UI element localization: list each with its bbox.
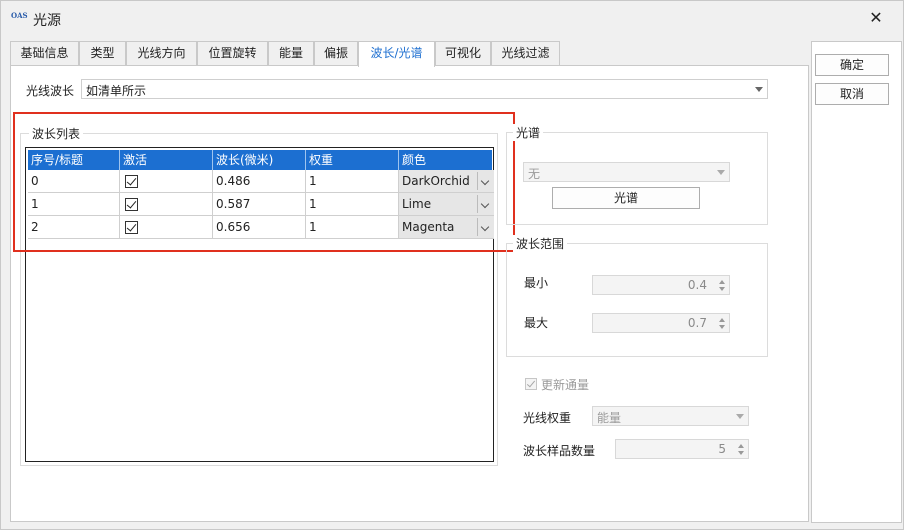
cell-wavelength[interactable]: 0.486 bbox=[213, 170, 306, 193]
column-header-wavelength[interactable]: 波长(微米) bbox=[213, 150, 306, 170]
cancel-button[interactable]: 取消 bbox=[815, 83, 889, 105]
cell-weight[interactable]: 1 bbox=[306, 216, 399, 239]
tab-energy[interactable]: 能量 bbox=[268, 41, 314, 66]
tab-visualization[interactable]: 可视化 bbox=[435, 41, 491, 66]
ray-weight-value: 能量 bbox=[597, 411, 622, 425]
title-bar: OAS 光源 ✕ bbox=[1, 1, 903, 37]
tab-type[interactable]: 类型 bbox=[79, 41, 126, 66]
dialog-window: OAS 光源 ✕ 基础信息 类型 光线方向 位置旋转 能量 偏振 波长/光谱 可… bbox=[0, 0, 904, 530]
sample-count-value: 5 bbox=[718, 442, 726, 456]
wavelength-list-title: 波长列表 bbox=[29, 125, 84, 142]
spectrum-group-title: 光谱 bbox=[513, 124, 544, 141]
cell-wavelength[interactable]: 0.587 bbox=[213, 193, 306, 216]
ok-button[interactable]: 确定 bbox=[815, 54, 889, 76]
chevron-down-icon bbox=[717, 170, 725, 175]
min-label: 最小 bbox=[524, 276, 549, 290]
cell-color[interactable]: Magenta bbox=[399, 216, 494, 239]
cell-active[interactable] bbox=[120, 170, 213, 193]
ray-weight-label: 光线权重 bbox=[523, 411, 572, 425]
tab-basic-info[interactable]: 基础信息 bbox=[10, 41, 79, 66]
max-value: 0.7 bbox=[687, 316, 707, 330]
spin-down-icon[interactable] bbox=[719, 287, 725, 291]
spectrum-select[interactable]: 无 bbox=[523, 162, 730, 182]
spin-up-icon[interactable] bbox=[719, 318, 725, 322]
spin-up-icon[interactable] bbox=[738, 444, 744, 448]
cell-color[interactable]: DarkOrchid bbox=[399, 170, 494, 193]
table-row[interactable]: 2 0.656 1 Magenta bbox=[28, 216, 494, 239]
cell-index[interactable]: 2 bbox=[28, 216, 120, 239]
cell-weight[interactable]: 1 bbox=[306, 170, 399, 193]
color-value: DarkOrchid bbox=[402, 174, 470, 188]
min-spinbox[interactable]: 0.4 bbox=[592, 275, 730, 295]
cell-weight[interactable]: 1 bbox=[306, 193, 399, 216]
close-icon[interactable]: ✕ bbox=[867, 9, 885, 27]
spectrum-select-value: 无 bbox=[528, 167, 541, 181]
cell-index[interactable]: 1 bbox=[28, 193, 120, 216]
tab-wavelength-spectrum[interactable]: 波长/光谱 bbox=[358, 41, 435, 67]
app-logo-icon: OAS bbox=[11, 11, 28, 20]
update-channel-checkbox[interactable] bbox=[525, 378, 537, 390]
spectrum-button[interactable]: 光谱 bbox=[552, 187, 700, 209]
active-checkbox[interactable] bbox=[125, 221, 138, 234]
cell-color[interactable]: Lime bbox=[399, 193, 494, 216]
table-row[interactable]: 0 0.486 1 DarkOrchid bbox=[28, 170, 494, 193]
cell-wavelength[interactable]: 0.656 bbox=[213, 216, 306, 239]
min-value: 0.4 bbox=[687, 278, 707, 292]
active-checkbox[interactable] bbox=[125, 198, 138, 211]
window-title: 光源 bbox=[33, 13, 61, 29]
column-header-color[interactable]: 颜色 bbox=[399, 150, 492, 170]
cell-active[interactable] bbox=[120, 216, 213, 239]
chevron-down-icon[interactable] bbox=[477, 172, 493, 190]
action-panel bbox=[811, 41, 902, 523]
wavelength-range-title: 波长范围 bbox=[513, 235, 568, 252]
wavelength-table: 序号/标题 激活 波长(微米) 权重 颜色 0 0.486 1 DarkOrch… bbox=[25, 147, 494, 462]
cell-active[interactable] bbox=[120, 193, 213, 216]
chevron-down-icon[interactable] bbox=[477, 195, 493, 213]
chevron-down-icon bbox=[755, 87, 763, 92]
sample-count-label: 波长样品数量 bbox=[523, 444, 596, 458]
ray-wavelength-value: 如清单所示 bbox=[86, 84, 147, 98]
wavelength-range-group: 波长范围 bbox=[506, 235, 768, 357]
update-channel-label: 更新通量 bbox=[541, 378, 590, 392]
column-header-index[interactable]: 序号/标题 bbox=[28, 150, 120, 170]
ray-wavelength-label: 光线波长 bbox=[26, 84, 75, 98]
chevron-down-icon bbox=[736, 414, 744, 419]
tab-ray-filter[interactable]: 光线过滤 bbox=[491, 41, 560, 66]
ray-weight-select[interactable]: 能量 bbox=[592, 406, 749, 426]
cell-index[interactable]: 0 bbox=[28, 170, 120, 193]
sample-count-spinbox[interactable]: 5 bbox=[615, 439, 749, 459]
max-label: 最大 bbox=[524, 316, 549, 330]
spin-up-icon[interactable] bbox=[719, 280, 725, 284]
ray-wavelength-select[interactable]: 如清单所示 bbox=[81, 79, 768, 99]
color-value: Lime bbox=[402, 197, 432, 211]
spin-down-icon[interactable] bbox=[738, 451, 744, 455]
column-header-weight[interactable]: 权重 bbox=[306, 150, 399, 170]
color-value: Magenta bbox=[402, 220, 455, 234]
tab-position-rotation[interactable]: 位置旋转 bbox=[197, 41, 268, 66]
column-header-active[interactable]: 激活 bbox=[120, 150, 213, 170]
tab-polarization[interactable]: 偏振 bbox=[314, 41, 358, 66]
table-row[interactable]: 1 0.587 1 Lime bbox=[28, 193, 494, 216]
active-checkbox[interactable] bbox=[125, 175, 138, 188]
chevron-down-icon[interactable] bbox=[477, 218, 493, 236]
max-spinbox[interactable]: 0.7 bbox=[592, 313, 730, 333]
spin-down-icon[interactable] bbox=[719, 325, 725, 329]
tab-ray-direction[interactable]: 光线方向 bbox=[126, 41, 197, 66]
